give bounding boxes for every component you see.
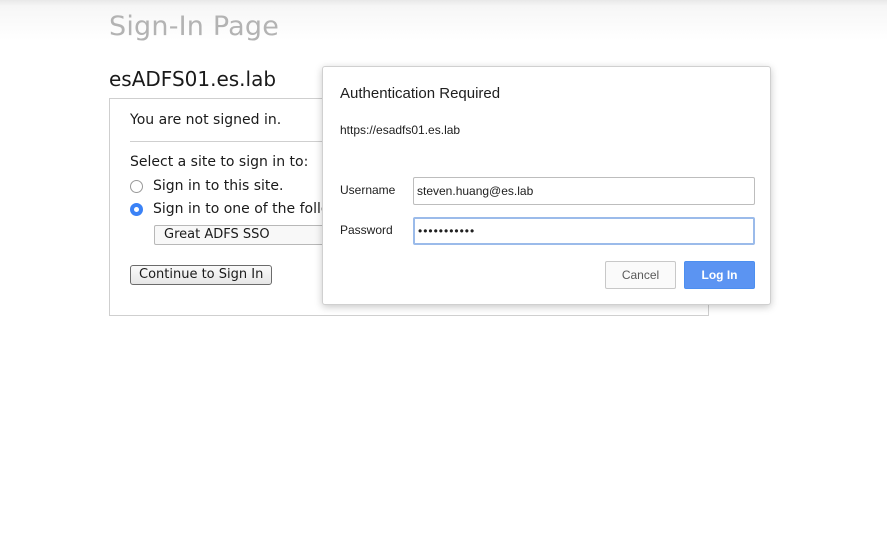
select-site-prompt: Select a site to sign in to:: [130, 154, 309, 170]
dialog-title: Authentication Required: [340, 85, 501, 102]
server-name: esADFS01.es.lab: [109, 67, 277, 91]
dialog-url: https://esadfs01.es.lab: [340, 123, 461, 137]
log-in-button[interactable]: Log In: [684, 261, 755, 289]
radio-unchecked-icon[interactable]: [130, 179, 143, 193]
auth-dialog: Authentication Required https://esadfs01…: [322, 66, 771, 305]
signin-status-text: You are not signed in.: [130, 112, 282, 128]
radio-option-this-site[interactable]: Sign in to this site.: [130, 178, 283, 194]
username-label: Username: [340, 183, 396, 197]
password-label: Password: [340, 223, 393, 237]
radio-checked-icon[interactable]: [130, 202, 143, 216]
cancel-button[interactable]: Cancel: [605, 261, 676, 289]
radio-option-label: Sign in to one of the follow: [153, 201, 341, 217]
radio-option-other-site[interactable]: Sign in to one of the follow: [130, 201, 341, 217]
password-field[interactable]: [413, 217, 755, 245]
page: Sign-In Page esADFS01.es.lab You are not…: [0, 0, 887, 545]
continue-to-sign-in-button[interactable]: Continue to Sign In: [130, 265, 273, 285]
page-title: Sign-In Page: [109, 11, 280, 42]
radio-option-label: Sign in to this site.: [153, 178, 284, 194]
username-field[interactable]: [413, 177, 755, 205]
